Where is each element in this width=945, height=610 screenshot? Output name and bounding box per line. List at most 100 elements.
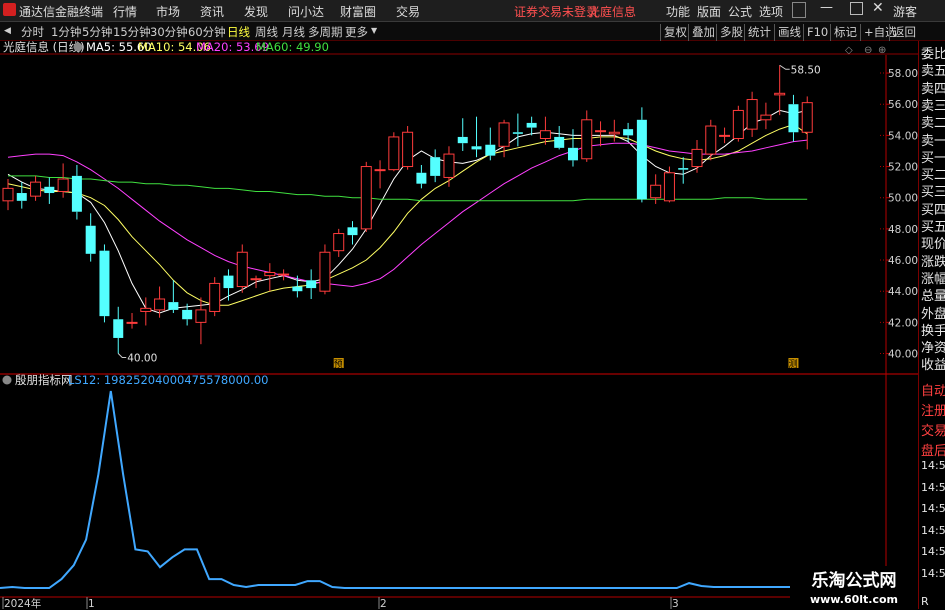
sidebar-item: 换手 [921,323,945,339]
sidebar-item[interactable]: 14:56 [921,458,945,474]
menu-ask[interactable]: 问小达 [288,3,324,20]
btn-mark[interactable]: 标记 [830,24,860,41]
sidebar-item[interactable]: 14:56 [921,501,945,517]
candle-body [2,187,14,202]
sidebar-item: 现价 [921,237,945,253]
indicator-settings-icon[interactable] [2,375,12,385]
candle-body [732,109,744,139]
candle [608,119,620,142]
sidebar-item: 卖二 [921,116,945,132]
candle [485,127,496,161]
candle-body [623,129,634,136]
period-tab-5min[interactable]: 5分钟 [82,24,112,40]
minimize-icon[interactable]: — [820,0,833,15]
candle [71,164,82,220]
sidebar-item: 卖四 [921,81,945,97]
candle-body [388,136,400,171]
menu-trade[interactable]: 交易 [396,3,420,20]
date-tick-label: 3 [672,598,679,609]
window-icon[interactable] [792,2,806,18]
btn-back[interactable]: 返回 [889,24,919,41]
candle-body [608,131,620,135]
expand-diamond-icon[interactable]: ◇ [845,45,853,56]
sidebar-item[interactable]: 自动 [921,384,945,400]
period-tab-15min[interactable]: 15分钟 [113,24,151,40]
candle-body [209,282,221,312]
period-tab-more[interactable]: 更多 [345,24,368,40]
candle [44,177,55,204]
candle-body [374,169,386,172]
menu-wealth[interactable]: 财富圈 [340,3,376,20]
price-tick-label: 50.00 [888,193,918,205]
candle [539,116,551,145]
candle [168,280,179,314]
candle [2,179,14,211]
period-tab-60min[interactable]: 60分钟 [188,24,226,40]
price-tick-label: 48.00 [888,224,918,236]
candle-body [678,168,689,170]
menu-info[interactable]: 资讯 [200,3,224,20]
btn-draw[interactable]: 画线 [774,24,804,41]
candle-body [788,104,799,133]
candle [333,228,345,257]
candle [360,161,372,232]
chart-area[interactable]: 40.00 42.00 44.00 46.00 48.00 50.00 52.00 54.00… [0,41,918,609]
candle [457,118,468,151]
maximize-icon[interactable] [850,2,863,15]
candle [402,126,414,170]
close-icon[interactable]: ✕ [872,0,884,16]
period-tab-monthly[interactable]: 月线 [282,24,305,40]
candle [554,126,565,150]
price-tick-label: 44.00 [888,286,918,298]
zoom-in-icon[interactable]: ⊕ [878,45,886,56]
period-tab-1min[interactable]: 1分钟 [51,24,81,40]
candle-body [691,148,703,168]
candle-body [498,122,510,147]
chart-settings-icon[interactable] [73,42,83,52]
zoom-icon[interactable]: ⊖ [864,45,872,56]
sidebar-item[interactable]: 14:56 [921,480,945,496]
btn-overlay[interactable]: 叠加 [688,24,718,41]
watermark-title: 乐淘公式网 [790,566,918,591]
candle [760,102,772,130]
login-status[interactable]: 证券交易未登录 [514,3,598,20]
period-tab-multi[interactable]: 多周期 [308,24,343,40]
candle-body [195,309,207,323]
candle-body [126,321,138,324]
candle-body [278,273,290,276]
menu-market[interactable]: 市场 [156,3,180,20]
sidebar-item[interactable]: 注册 [921,404,945,420]
sidebar-item: 涨跌 [921,254,945,270]
sidebar-item[interactable]: 14:56 [921,544,945,560]
btn-f10[interactable]: F10 [803,24,831,41]
candle-body [485,144,496,156]
menu-options[interactable]: 选项 [759,3,783,20]
period-tab-30min[interactable]: 30分钟 [150,24,188,40]
sidebar-item[interactable]: 14:56 [921,523,945,539]
price-tick-label: 46.00 [888,255,918,267]
candle-body [30,181,42,197]
sidebar-item[interactable]: 14:56 [921,566,945,582]
guest-label[interactable]: 游客 [893,3,917,20]
grid-lines [0,53,918,598]
btn-multistock[interactable]: 多股 [716,24,746,41]
menu-discover[interactable]: 发现 [244,3,268,20]
btn-stats[interactable]: 统计 [744,24,774,41]
sidebar-item[interactable]: R [921,594,929,610]
sidebar-item[interactable]: 交易 [921,424,945,440]
price-tick-label: 40.00 [888,349,918,361]
menu-function[interactable]: 功能 [666,3,690,20]
price-tick-label: 58.00 [888,68,918,80]
menu-quotes[interactable]: 行情 [113,3,137,20]
toolbar-arrow-icon[interactable]: ◀ [4,26,11,36]
btn-adjust[interactable]: 复权 [660,24,690,41]
period-tab-intraday[interactable]: 分时 [21,24,44,40]
period-tab-daily[interactable]: 日线 [227,24,250,40]
menu-formula[interactable]: 公式 [728,3,752,20]
more-chevron-icon[interactable]: ▼ [371,26,377,35]
price-tick-label: 56.00 [888,99,918,111]
period-tab-weekly[interactable]: 周线 [255,24,278,40]
candle [595,121,607,147]
candle [663,166,675,203]
menu-layout[interactable]: 版面 [697,3,721,20]
